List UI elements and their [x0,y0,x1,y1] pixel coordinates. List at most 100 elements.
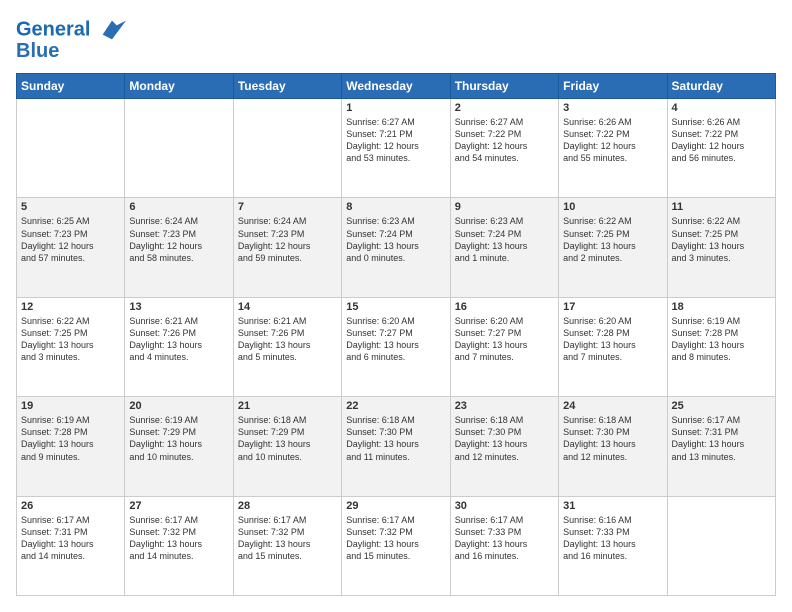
day-cell: 15 Sunrise: 6:20 AM Sunset: 7:27 PM Dayli… [342,297,450,396]
day-info: Sunrise: 6:22 AM Sunset: 7:25 PM Dayligh… [672,215,771,264]
day-cell: 23Sunrise: 6:18 AM Sunset: 7:30 PM Dayli… [450,397,558,496]
day-cell: 31 Sunrise: 6:16 AM Sunset: 7:33 PM Dayli… [559,496,667,595]
day-info: Sunrise: 6:27 AM Sunset: 7:22 PM Dayligh… [455,116,554,165]
day-number: 2 [455,102,554,114]
day-info: Sunrise: 6:16 AM Sunset: 7:33 PM Dayligh… [563,514,662,563]
week-row-0: 1 Sunrise: 6:27 AM Sunset: 7:21 PM Daylig… [17,99,776,198]
day-cell: 22Sunrise: 6:18 AM Sunset: 7:30 PM Dayli… [342,397,450,496]
weekday-header-wednesday: Wednesday [342,74,450,99]
day-cell: 10 Sunrise: 6:22 AM Sunset: 7:25 PM Dayli… [559,198,667,297]
day-number: 5 [21,201,120,213]
day-cell: 27Sunrise: 6:17 AM Sunset: 7:32 PM Dayli… [125,496,233,595]
day-info: Sunrise: 6:17 AM Sunset: 7:32 PM Dayligh… [346,514,445,563]
day-info: Sunrise: 6:17 AM Sunset: 7:32 PM Dayligh… [238,514,337,563]
week-row-1: 5 Sunrise: 6:25 AM Sunset: 7:23 PM Daylig… [17,198,776,297]
day-number: 26 [21,500,120,512]
day-cell: 14 Sunrise: 6:21 AM Sunset: 7:26 PM Dayli… [233,297,341,396]
day-info: Sunrise: 6:23 AM Sunset: 7:24 PM Dayligh… [346,215,445,264]
day-cell: 1 Sunrise: 6:27 AM Sunset: 7:21 PM Daylig… [342,99,450,198]
logo-bird-icon [98,16,126,44]
week-row-2: 12 Sunrise: 6:22 AM Sunset: 7:25 PM Dayli… [17,297,776,396]
day-number: 22 [346,400,445,412]
day-cell: 5 Sunrise: 6:25 AM Sunset: 7:23 PM Daylig… [17,198,125,297]
day-cell [125,99,233,198]
day-cell: 18Sunrise: 6:19 AM Sunset: 7:28 PM Dayli… [667,297,775,396]
weekday-header-sunday: Sunday [17,74,125,99]
day-cell: 8 Sunrise: 6:23 AM Sunset: 7:24 PM Daylig… [342,198,450,297]
calendar-table: SundayMondayTuesdayWednesdayThursdayFrid… [16,73,776,596]
page: General Blue SundayMondayTuesdayWednesda… [0,0,792,612]
day-info: Sunrise: 6:19 AM Sunset: 7:28 PM Dayligh… [672,315,771,364]
day-cell [233,99,341,198]
day-cell: 7 Sunrise: 6:24 AM Sunset: 7:23 PM Daylig… [233,198,341,297]
weekday-header-friday: Friday [559,74,667,99]
day-info: Sunrise: 6:22 AM Sunset: 7:25 PM Dayligh… [21,315,120,364]
day-info: Sunrise: 6:22 AM Sunset: 7:25 PM Dayligh… [563,215,662,264]
day-info: Sunrise: 6:21 AM Sunset: 7:26 PM Dayligh… [129,315,228,364]
weekday-header-tuesday: Tuesday [233,74,341,99]
day-number: 12 [21,301,120,313]
day-cell: 26 Sunrise: 6:17 AM Sunset: 7:31 PM Dayli… [17,496,125,595]
day-cell: 2 Sunrise: 6:27 AM Sunset: 7:22 PM Daylig… [450,99,558,198]
day-cell: 29 Sunrise: 6:17 AM Sunset: 7:32 PM Dayli… [342,496,450,595]
day-info: Sunrise: 6:21 AM Sunset: 7:26 PM Dayligh… [238,315,337,364]
day-cell: 16 Sunrise: 6:20 AM Sunset: 7:27 PM Dayli… [450,297,558,396]
day-info: Sunrise: 6:24 AM Sunset: 7:23 PM Dayligh… [129,215,228,264]
weekday-header-saturday: Saturday [667,74,775,99]
day-number: 30 [455,500,554,512]
weekday-header-thursday: Thursday [450,74,558,99]
day-number: 28 [238,500,337,512]
day-info: Sunrise: 6:25 AM Sunset: 7:23 PM Dayligh… [21,215,120,264]
day-info: Sunrise: 6:20 AM Sunset: 7:28 PM Dayligh… [563,315,662,364]
week-row-3: 19Sunrise: 6:19 AM Sunset: 7:28 PM Dayli… [17,397,776,496]
day-info: Sunrise: 6:18 AM Sunset: 7:29 PM Dayligh… [238,414,337,463]
day-cell: 13 Sunrise: 6:21 AM Sunset: 7:26 PM Dayli… [125,297,233,396]
day-info: Sunrise: 6:18 AM Sunset: 7:30 PM Dayligh… [563,414,662,463]
day-number: 9 [455,201,554,213]
day-info: Sunrise: 6:19 AM Sunset: 7:29 PM Dayligh… [129,414,228,463]
logo: General Blue [16,16,126,63]
day-info: Sunrise: 6:17 AM Sunset: 7:33 PM Dayligh… [455,514,554,563]
day-number: 23 [455,400,554,412]
day-cell: 9 Sunrise: 6:23 AM Sunset: 7:24 PM Daylig… [450,198,558,297]
day-cell: 12 Sunrise: 6:22 AM Sunset: 7:25 PM Dayli… [17,297,125,396]
day-info: Sunrise: 6:26 AM Sunset: 7:22 PM Dayligh… [563,116,662,165]
day-info: Sunrise: 6:26 AM Sunset: 7:22 PM Dayligh… [672,116,771,165]
day-cell: 20 Sunrise: 6:19 AM Sunset: 7:29 PM Dayli… [125,397,233,496]
day-number: 10 [563,201,662,213]
day-number: 16 [455,301,554,313]
day-number: 19 [21,400,120,412]
day-number: 7 [238,201,337,213]
day-cell: 3 Sunrise: 6:26 AM Sunset: 7:22 PM Daylig… [559,99,667,198]
day-number: 3 [563,102,662,114]
logo-general: General [16,18,90,40]
weekday-header-row: SundayMondayTuesdayWednesdayThursdayFrid… [17,74,776,99]
day-number: 20 [129,400,228,412]
weekday-header-monday: Monday [125,74,233,99]
day-number: 6 [129,201,228,213]
day-info: Sunrise: 6:17 AM Sunset: 7:31 PM Dayligh… [672,414,771,463]
day-info: Sunrise: 6:20 AM Sunset: 7:27 PM Dayligh… [346,315,445,364]
day-cell: 17 Sunrise: 6:20 AM Sunset: 7:28 PM Dayli… [559,297,667,396]
day-cell: 6 Sunrise: 6:24 AM Sunset: 7:23 PM Daylig… [125,198,233,297]
day-cell [667,496,775,595]
day-info: Sunrise: 6:23 AM Sunset: 7:24 PM Dayligh… [455,215,554,264]
day-number: 31 [563,500,662,512]
day-number: 1 [346,102,445,114]
day-info: Sunrise: 6:24 AM Sunset: 7:23 PM Dayligh… [238,215,337,264]
day-cell: 11 Sunrise: 6:22 AM Sunset: 7:25 PM Dayli… [667,198,775,297]
day-number: 17 [563,301,662,313]
day-info: Sunrise: 6:27 AM Sunset: 7:21 PM Dayligh… [346,116,445,165]
day-number: 8 [346,201,445,213]
day-number: 29 [346,500,445,512]
day-info: Sunrise: 6:20 AM Sunset: 7:27 PM Dayligh… [455,315,554,364]
day-info: Sunrise: 6:17 AM Sunset: 7:31 PM Dayligh… [21,514,120,563]
day-number: 27 [129,500,228,512]
day-cell: 4Sunrise: 6:26 AM Sunset: 7:22 PM Daylig… [667,99,775,198]
day-number: 13 [129,301,228,313]
day-number: 15 [346,301,445,313]
day-number: 11 [672,201,771,213]
day-number: 14 [238,301,337,313]
day-cell [17,99,125,198]
day-number: 24 [563,400,662,412]
